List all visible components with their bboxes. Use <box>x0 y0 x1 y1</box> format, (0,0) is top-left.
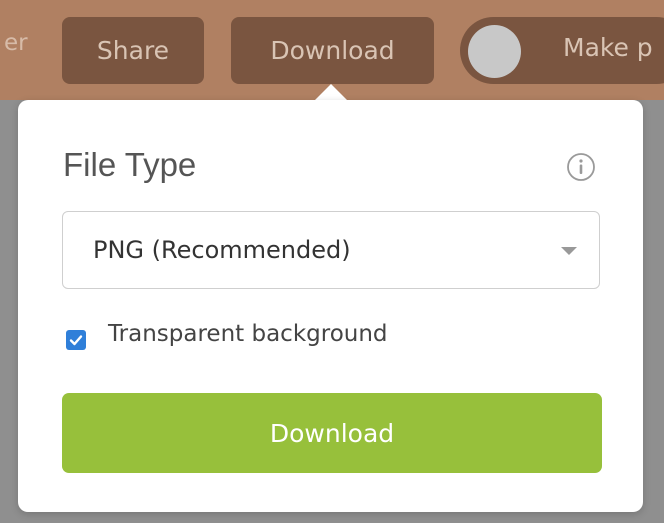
info-icon[interactable] <box>566 152 596 182</box>
download-popover: File Type PNG (Recommended) Transparent … <box>18 100 643 512</box>
transparent-background-checkbox[interactable] <box>66 330 86 350</box>
toggle-knob <box>468 25 521 78</box>
file-type-select[interactable]: PNG (Recommended) <box>62 211 600 289</box>
download-button[interactable]: Download <box>62 393 602 473</box>
chevron-down-icon <box>561 247 577 255</box>
toggle-label: Make p <box>563 33 653 62</box>
file-type-select-value: PNG (Recommended) <box>93 236 351 264</box>
file-type-title: File Type <box>63 146 197 183</box>
transparent-background-label[interactable]: Transparent background <box>108 321 388 347</box>
make-public-toggle[interactable]: Make p <box>460 17 664 84</box>
toolbar-download-button[interactable]: Download <box>231 17 434 84</box>
share-button[interactable]: Share <box>62 17 204 84</box>
toolbar-cutoff-text: er <box>4 30 28 56</box>
